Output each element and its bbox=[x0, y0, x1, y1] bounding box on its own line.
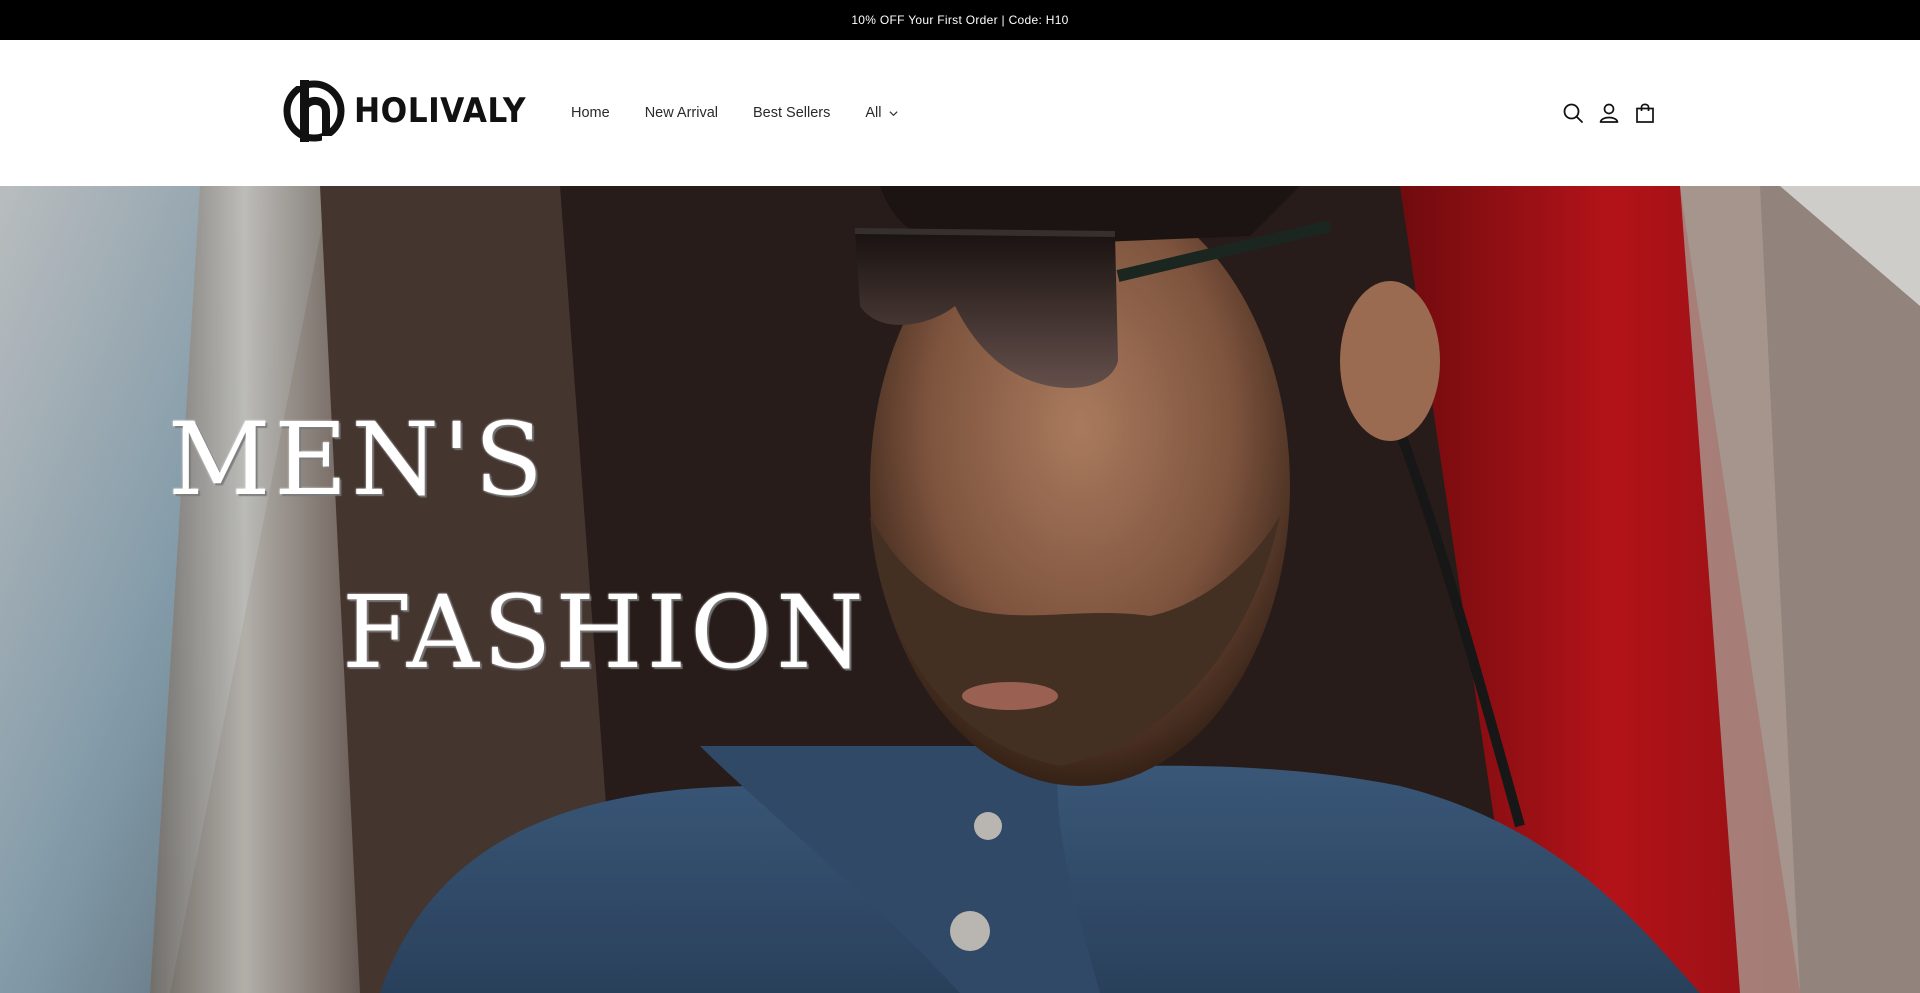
nav-item-all-label: All bbox=[865, 105, 882, 121]
announcement-bar: 10% OFF Your First Order | Code: H10 bbox=[0, 0, 1920, 40]
nav-item-all[interactable]: All bbox=[865, 105, 898, 121]
brand-logo[interactable]: HOLIVALY bbox=[282, 78, 541, 144]
hero-image bbox=[0, 186, 1920, 993]
nav-item-home[interactable]: Home bbox=[571, 105, 610, 121]
chevron-down-icon bbox=[888, 110, 898, 116]
announcement-text: 10% OFF Your First Order | Code: H10 bbox=[851, 13, 1069, 27]
search-icon bbox=[1563, 103, 1583, 123]
hero-banner[interactable]: MEN'S FASHION bbox=[0, 186, 1920, 993]
account-icon bbox=[1599, 103, 1619, 123]
main-nav: Home New Arrival Best Sellers All bbox=[571, 40, 934, 186]
brand-logo-icon bbox=[283, 78, 345, 144]
brand-name: HOLIVALY bbox=[354, 91, 527, 131]
header-icons bbox=[1562, 40, 1656, 186]
hero-title-line-2: FASHION bbox=[342, 574, 868, 691]
cart-button[interactable] bbox=[1634, 102, 1656, 124]
nav-item-best-sellers[interactable]: Best Sellers bbox=[753, 105, 830, 121]
search-button[interactable] bbox=[1562, 102, 1584, 124]
hero-title-line-1: MEN'S bbox=[168, 401, 547, 518]
nav-item-new-arrival[interactable]: New Arrival bbox=[645, 105, 718, 121]
site-header: HOLIVALY Home New Arrival Best Sellers A… bbox=[0, 40, 1920, 186]
account-button[interactable] bbox=[1598, 102, 1620, 124]
cart-icon bbox=[1636, 103, 1654, 123]
